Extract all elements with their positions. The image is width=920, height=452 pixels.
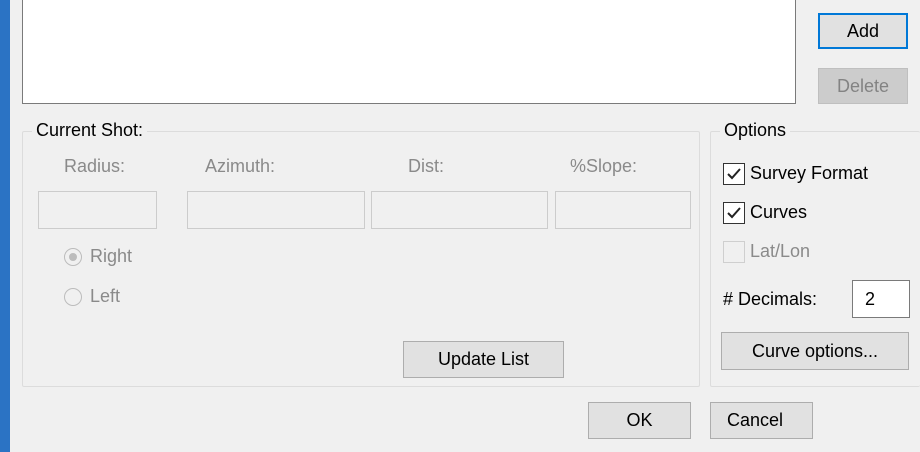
radius-field[interactable]: [38, 191, 157, 229]
decimals-label: # Decimals:: [723, 289, 818, 309]
checkmark-icon: [727, 168, 741, 180]
curve-options-button[interactable]: Curve options...: [721, 332, 909, 370]
shot-list[interactable]: [22, 0, 796, 104]
update-list-button[interactable]: Update List: [403, 341, 564, 378]
left-radio-label: Left: [90, 286, 121, 306]
current-shot-title: Current Shot:: [32, 120, 148, 141]
survey-format-checkbox[interactable]: [723, 163, 745, 185]
decimals-input[interactable]: 2: [852, 280, 910, 318]
slope-field[interactable]: [555, 191, 691, 229]
curves-label: Curves: [750, 202, 808, 222]
checkmark-icon: [727, 207, 741, 219]
dist-field[interactable]: [371, 191, 548, 229]
ok-button[interactable]: OK: [588, 402, 691, 439]
azimuth-field[interactable]: [187, 191, 365, 229]
options-title: Options: [720, 120, 791, 141]
window-border: [0, 0, 10, 452]
delete-button[interactable]: Delete: [818, 68, 908, 104]
curves-checkbox[interactable]: [723, 202, 745, 224]
azimuth-label: Azimuth:: [205, 156, 276, 176]
left-radio[interactable]: [64, 288, 82, 306]
cancel-button[interactable]: Cancel: [710, 402, 813, 439]
dist-label: Dist:: [408, 156, 444, 176]
add-button[interactable]: Add: [818, 13, 908, 49]
survey-format-label: Survey Format: [750, 163, 869, 183]
right-radio-label: Right: [90, 246, 133, 266]
lat-lon-checkbox[interactable]: [723, 241, 745, 263]
right-radio[interactable]: [64, 248, 82, 266]
lat-lon-label: Lat/Lon: [750, 241, 811, 261]
slope-label: %Slope:: [570, 156, 638, 176]
radius-label: Radius:: [64, 156, 126, 176]
